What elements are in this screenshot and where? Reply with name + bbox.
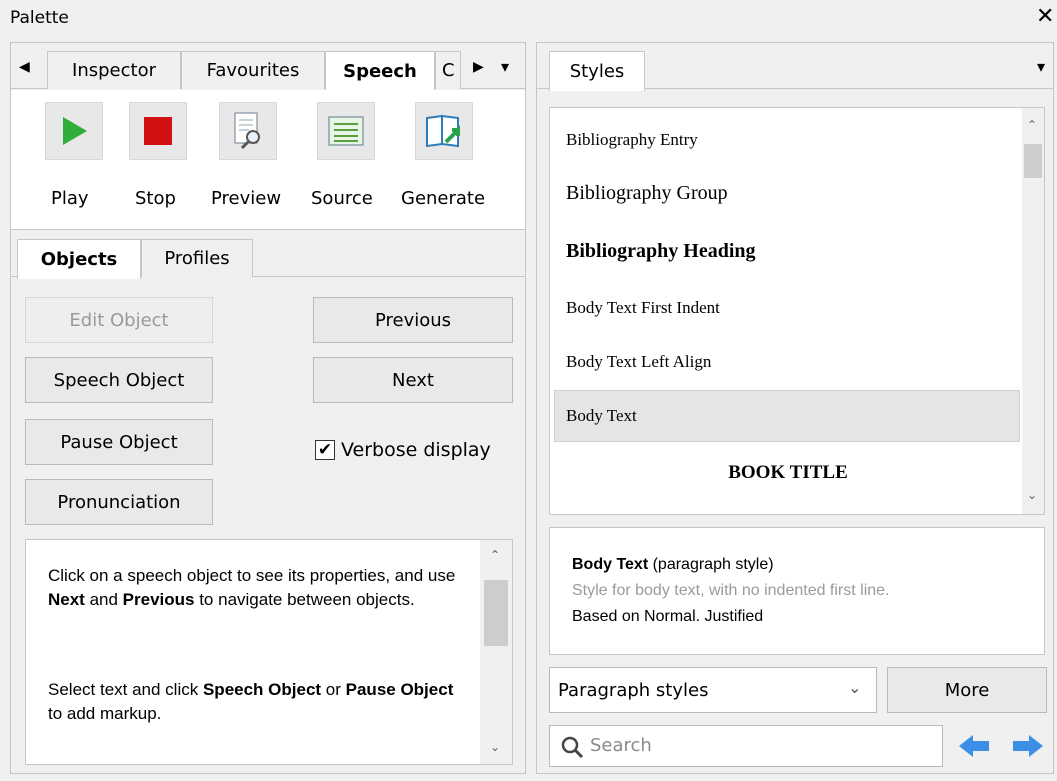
stop-icon [144,117,172,145]
pause-object-button[interactable]: Pause Object [25,419,213,465]
tab-truncated[interactable]: C [435,51,461,89]
scroll-down-icon[interactable]: ⌄ [1027,488,1037,502]
style-item[interactable]: Body Text First Indent [566,298,720,318]
help-bold-previous: Previous [122,590,195,609]
generate-icon [426,114,460,148]
tab-styles[interactable]: Styles [549,51,645,91]
preview-button[interactable] [219,102,277,160]
play-button[interactable] [45,102,103,160]
style-desc: Style for body text, with no indented fi… [572,582,890,599]
pronunciation-button[interactable]: Pronunciation [25,479,213,525]
preview-label: Preview [211,188,282,209]
generate-label: Generate [401,188,486,209]
help-text: to navigate between objects. [194,590,415,609]
style-type-dropdown[interactable]: Paragraph styles ⌄ [549,667,877,713]
help-bold-next: Next [48,590,85,609]
tab-menu-icon[interactable]: ▾ [501,57,509,76]
help-text: and [84,590,123,609]
chevron-down-icon: ⌄ [848,678,862,697]
scroll-thumb[interactable] [484,580,508,646]
style-item[interactable]: Bibliography Group [566,182,728,205]
play-label: Play [51,188,89,209]
speech-object-button[interactable]: Speech Object [25,357,213,403]
title-bar: Palette ✕ [0,0,1057,40]
styles-tabstrip: Styles ▾ [537,43,1053,91]
scroll-up-icon[interactable]: ⌃ [490,548,500,562]
scroll-tabs-right-icon[interactable]: ▶ [473,59,484,75]
style-item[interactable]: BOOK TITLE [550,462,1026,484]
stop-label: Stop [135,188,176,209]
style-item[interactable]: Bibliography Heading [566,240,756,263]
help-scrollbar[interactable]: ⌃ ⌄ [480,540,512,764]
help-text: to add markup. [48,704,162,723]
sub-tabstrip: Objects Profiles [11,231,525,279]
verbose-checkbox[interactable]: ✔ [315,440,335,460]
tab-inspector[interactable]: Inspector [47,51,181,89]
help-paragraph-2: Select text and click Speech Object or P… [48,678,458,726]
styles-panel: Styles ▾ Bibliography Entry Bibliography… [536,42,1054,774]
play-icon [63,117,87,145]
help-text: Select text and click [48,680,203,699]
speech-toolbar: Play Stop Preview Source Generate [11,90,525,230]
style-name-line: Body Text (paragraph style) [572,552,774,577]
top-tabstrip: ◀ Inspector Favourites Speech C ▶ ▾ [11,43,525,91]
preview-icon [234,112,260,150]
source-button[interactable] [317,102,375,160]
source-label: Source [311,188,373,209]
window-title: Palette [10,8,69,28]
search-icon [561,736,584,759]
styles-menu-icon[interactable]: ▾ [1037,57,1045,76]
tab-objects[interactable]: Objects [17,239,141,279]
style-description: Body Text (paragraph style) Style for bo… [549,527,1045,655]
dropdown-value: Paragraph styles [558,679,709,701]
style-item-selected[interactable]: Body Text [566,406,637,426]
help-bold-speech-object: Speech Object [202,680,322,699]
previous-arrow-icon[interactable] [957,733,991,759]
verbose-label: Verbose display [341,439,491,461]
help-text: or [321,680,346,699]
stop-button[interactable] [129,102,187,160]
style-based-on: Based on Normal. Justified [572,608,764,625]
scroll-thumb[interactable] [1024,144,1042,178]
tab-profiles[interactable]: Profiles [141,239,253,277]
speech-panel: ◀ Inspector Favourites Speech C ▶ ▾ Play… [10,42,526,774]
style-item[interactable]: Body Text Left Align [566,352,711,372]
close-icon[interactable]: ✕ [1036,6,1054,28]
more-button[interactable]: More [887,667,1047,713]
scroll-tabs-left-icon[interactable]: ◀ [19,59,30,75]
style-type: (paragraph style) [648,556,774,573]
style-list: Bibliography Entry Bibliography Group Bi… [549,107,1045,515]
source-icon [328,116,364,146]
help-paragraph-1: Click on a speech object to see its prop… [48,564,458,612]
tab-speech[interactable]: Speech [325,51,435,91]
style-item[interactable]: Bibliography Entry [566,130,698,150]
edit-object-button[interactable]: Edit Object [25,297,213,343]
help-text-box: Click on a speech object to see its prop… [25,539,513,765]
generate-button[interactable] [415,102,473,160]
style-list-scrollbar[interactable]: ⌃ ⌄ [1022,108,1044,514]
search-placeholder: Search [590,735,652,756]
tab-favourites[interactable]: Favourites [181,51,325,89]
previous-button[interactable]: Previous [313,297,513,343]
help-text: Click on a speech object to see its prop… [48,566,456,585]
search-input[interactable]: Search [549,725,943,767]
style-name: Body Text [572,556,649,573]
scroll-down-icon[interactable]: ⌄ [490,740,500,754]
scroll-up-icon[interactable]: ⌃ [1027,118,1037,132]
help-bold-pause-object: Pause Object [345,680,454,699]
next-arrow-icon[interactable] [1011,733,1045,759]
next-button[interactable]: Next [313,357,513,403]
verbose-display-option[interactable]: ✔ Verbose display [315,439,491,461]
